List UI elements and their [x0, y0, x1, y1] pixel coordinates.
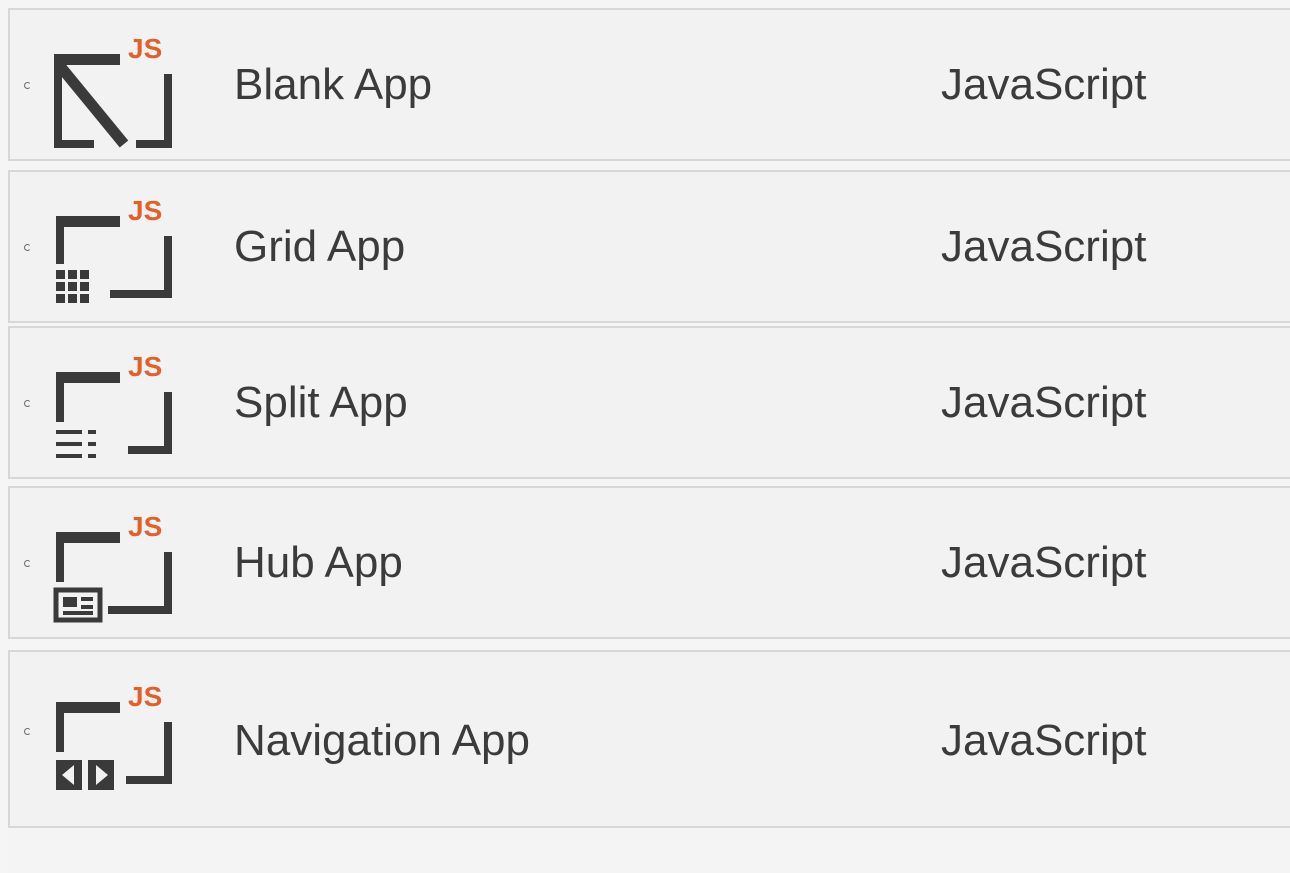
radio-button[interactable] [24, 82, 31, 89]
template-list: JS Blank App JavaScript JS Grid App Java… [0, 0, 1290, 873]
js-badge: JS [128, 195, 162, 226]
js-badge: JS [128, 351, 162, 382]
grid-app-icon: JS [56, 195, 172, 303]
template-language: JavaScript [941, 716, 1147, 765]
js-badge: JS [128, 511, 162, 542]
template-row-navigation-app[interactable]: JS Navigation App JavaScript [8, 650, 1290, 828]
radio-button[interactable] [24, 400, 31, 407]
template-name: Hub App [234, 538, 403, 587]
js-badge: JS [128, 33, 162, 64]
template-language: JavaScript [941, 538, 1147, 587]
navigation-app-icon: JS [56, 681, 172, 790]
template-language: JavaScript [941, 378, 1147, 427]
hub-app-icon: JS [53, 511, 172, 623]
split-app-icon: JS [56, 351, 172, 458]
radio-button[interactable] [24, 560, 31, 567]
template-language: JavaScript [941, 60, 1147, 109]
template-language: JavaScript [941, 222, 1147, 271]
radio-button[interactable] [24, 728, 31, 735]
js-badge: JS [128, 681, 162, 712]
blank-app-icon: JS [54, 33, 172, 148]
template-name: Navigation App [234, 716, 530, 765]
template-name: Blank App [234, 60, 433, 109]
template-row-split-app[interactable]: JS Split App JavaScript [8, 326, 1290, 479]
template-name: Split App [234, 378, 408, 427]
template-row-blank-app[interactable]: JS Blank App JavaScript [8, 8, 1290, 161]
template-row-grid-app[interactable]: JS Grid App JavaScript [8, 170, 1290, 323]
template-row-hub-app[interactable]: JS Hub App JavaScript [8, 486, 1290, 639]
radio-button[interactable] [24, 244, 31, 251]
list-empty-area [8, 828, 1290, 873]
template-name: Grid App [234, 222, 406, 271]
